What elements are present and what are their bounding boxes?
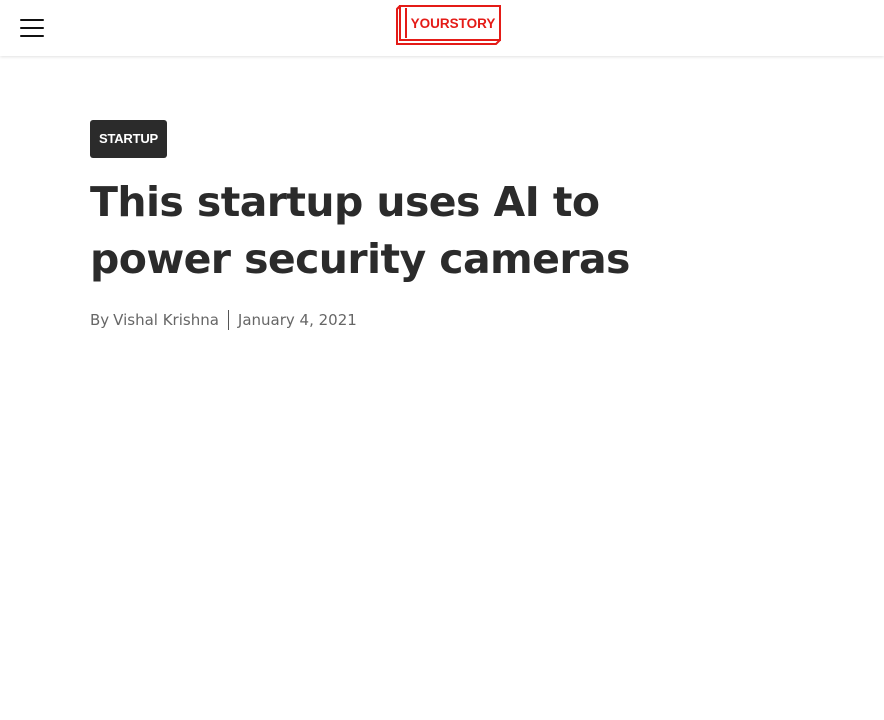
yourstory-logo[interactable]: YOURSTORY <box>396 4 502 46</box>
article-byline: By Vishal Krishna January 4, 2021 <box>90 310 810 330</box>
publish-date: January 4, 2021 <box>237 311 357 329</box>
article-headline: This startup uses AI to power security c… <box>90 178 630 283</box>
byline-divider <box>227 310 229 330</box>
menu-line <box>20 35 44 37</box>
byline-prefix: By <box>90 311 110 329</box>
yourstory-logo-icon: YOURSTORY <box>396 5 501 45</box>
logo-text: YOURSTORY <box>411 16 496 31</box>
category-badge[interactable]: STARTUP <box>90 120 168 158</box>
author-link[interactable]: Vishal Krishna <box>113 311 219 329</box>
menu-line <box>20 27 44 29</box>
hamburger-menu-icon[interactable] <box>18 16 46 40</box>
article-header: STARTUP This startup uses AI to power se… <box>90 120 810 330</box>
top-navigation-bar: YOURSTORY <box>0 0 884 56</box>
menu-line <box>20 19 44 21</box>
